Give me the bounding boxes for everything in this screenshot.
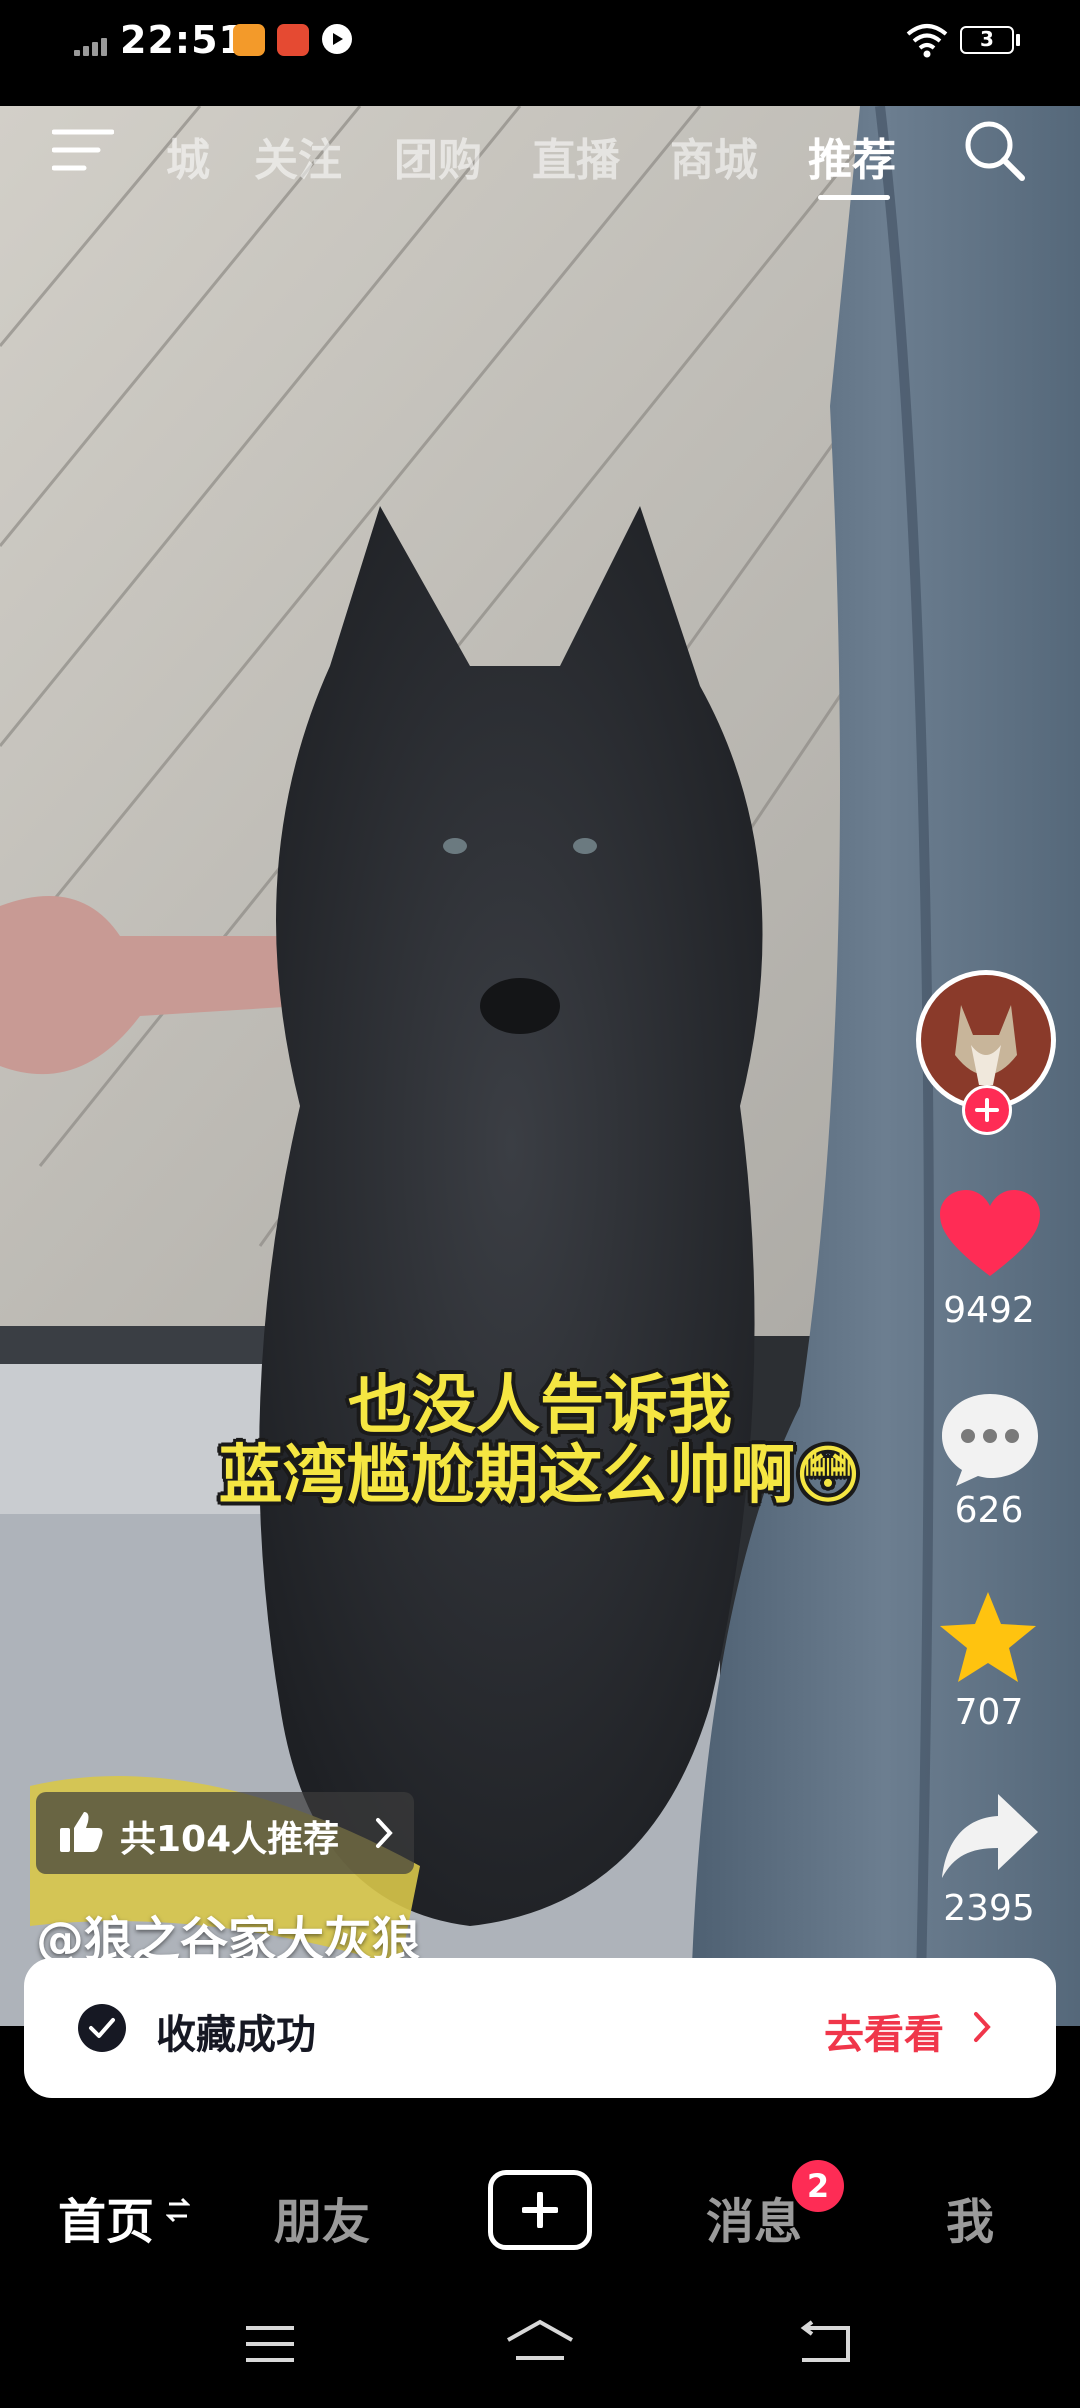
favorite-toast: 收藏成功 去看看 xyxy=(24,1958,1056,2098)
plus-icon xyxy=(975,1098,999,1122)
tab-mall[interactable]: 商城 xyxy=(670,124,758,188)
comment-count: 626 xyxy=(954,1490,1024,1531)
nav-me[interactable]: 我 xyxy=(946,2182,994,2252)
search-icon[interactable] xyxy=(962,118,1028,184)
app-icon-2 xyxy=(277,24,309,56)
tab-follow[interactable]: 关注 xyxy=(254,124,342,188)
toast-message: 收藏成功 xyxy=(156,2012,316,2058)
nav-messages[interactable]: 消息 xyxy=(706,2182,802,2252)
refresh-swap-icon[interactable] xyxy=(166,2196,190,2224)
menu-icon[interactable] xyxy=(52,126,114,174)
status-bar: 22:51 3 xyxy=(0,0,1080,106)
recommend-badge[interactable]: 共104人推荐 xyxy=(36,1792,414,1874)
battery-tip xyxy=(1016,34,1020,46)
chevron-right-icon xyxy=(376,1818,393,1848)
toast-chevron-icon[interactable] xyxy=(972,2010,992,2044)
create-button[interactable] xyxy=(488,2170,592,2250)
share-icon[interactable] xyxy=(940,1792,1040,1880)
system-nav-bar xyxy=(0,2296,1080,2408)
battery-icon: 3 xyxy=(960,26,1014,54)
tab-city[interactable]: 城 xyxy=(166,124,210,188)
messages-badge: 2 xyxy=(792,2160,844,2212)
signal-icon xyxy=(74,36,110,56)
check-circle-icon xyxy=(78,2004,126,2052)
video-player[interactable] xyxy=(0,106,1080,2026)
home-nav-icon[interactable] xyxy=(504,2318,576,2366)
heart-icon[interactable] xyxy=(940,1190,1040,1280)
wifi-icon xyxy=(906,24,948,58)
nav-home[interactable]: 首页 xyxy=(58,2182,154,2252)
follow-button[interactable] xyxy=(962,1085,1012,1135)
favorite-count: 707 xyxy=(954,1692,1024,1733)
menu-nav-icon[interactable] xyxy=(244,2324,296,2364)
comment-icon[interactable] xyxy=(940,1392,1040,1488)
favorite-star-icon[interactable] xyxy=(938,1590,1038,1686)
tab-recommend[interactable]: 推荐 xyxy=(808,124,896,188)
clock: 22:51 xyxy=(120,18,246,62)
video-frame xyxy=(0,106,1080,2026)
share-count: 2395 xyxy=(943,1888,1035,1929)
toast-action[interactable]: 去看看 xyxy=(824,2002,944,2060)
active-tab-indicator xyxy=(818,195,890,200)
tab-group-buy[interactable]: 团购 xyxy=(394,124,482,188)
like-count: 9492 xyxy=(943,1290,1035,1331)
thumbs-up-icon xyxy=(60,1812,103,1852)
app-icon-1 xyxy=(233,24,265,56)
nav-friends[interactable]: 朋友 xyxy=(274,2182,370,2252)
back-nav-icon[interactable] xyxy=(796,2320,852,2366)
plus-icon xyxy=(522,2192,558,2228)
recommend-count-text: 共104人推荐 xyxy=(120,1819,340,1860)
app-icon-3 xyxy=(322,24,352,54)
tab-live[interactable]: 直播 xyxy=(532,124,620,188)
